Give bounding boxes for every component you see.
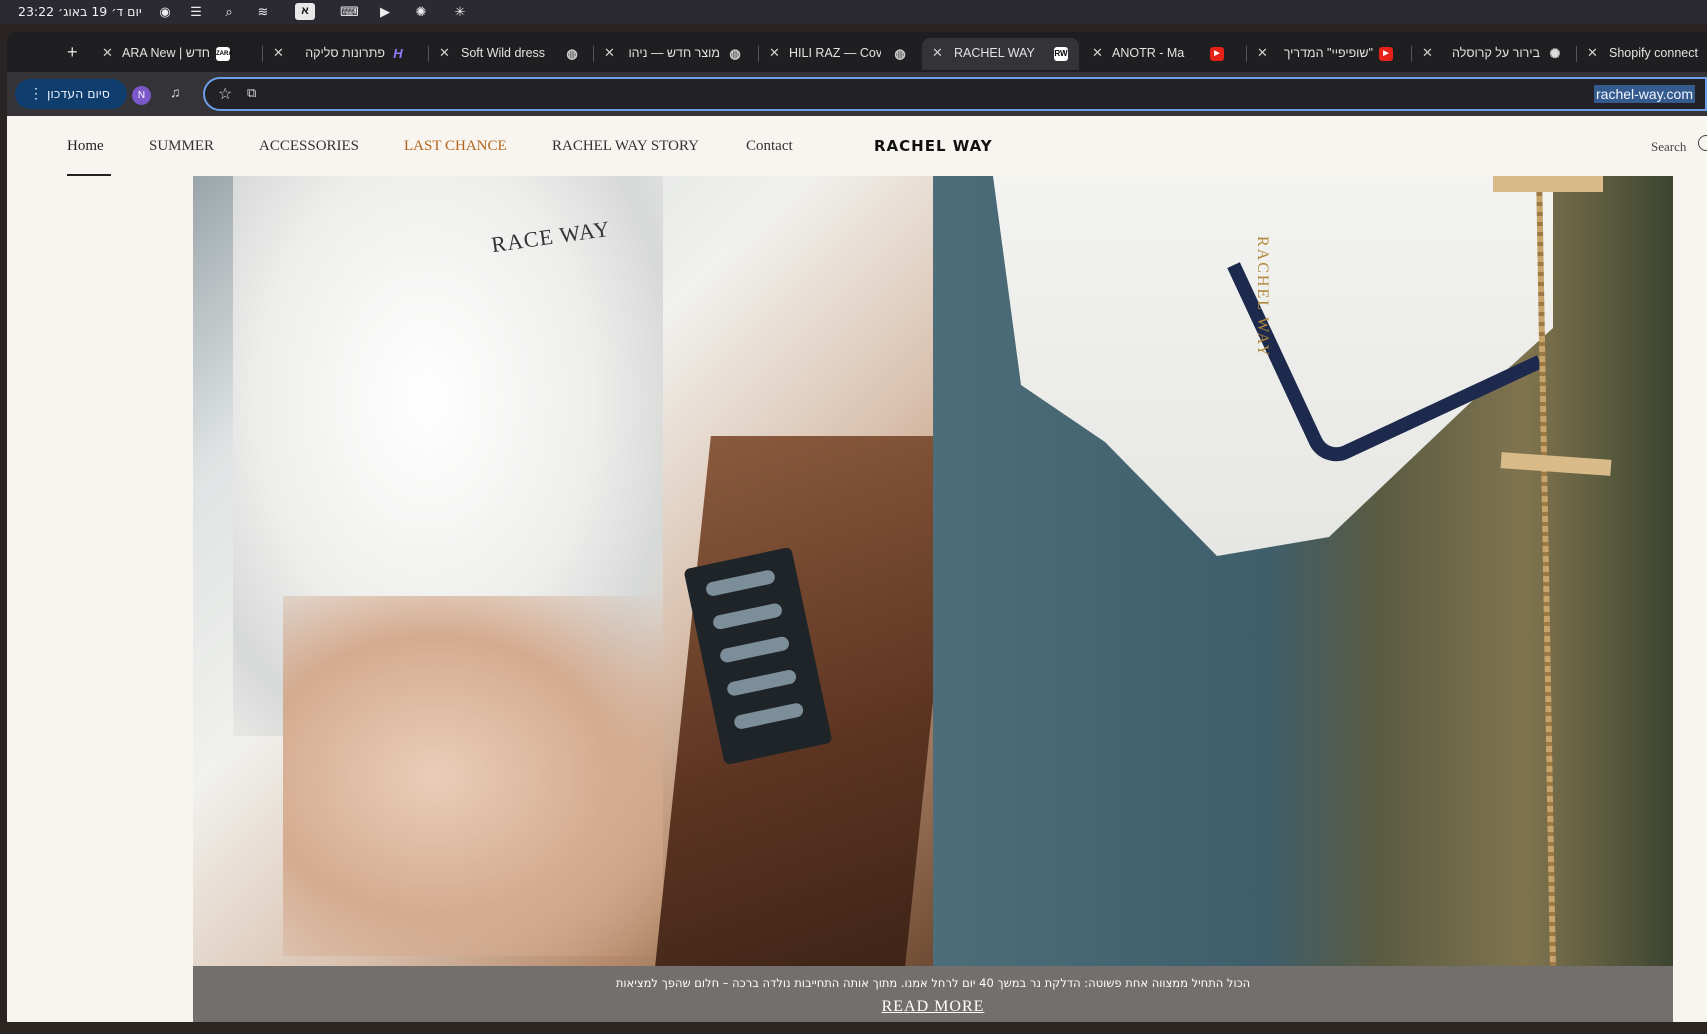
- hero-image-right: RACHEL WAY: [933, 176, 1673, 966]
- tab-title: ANOTR - Ma: [1112, 46, 1185, 60]
- zara-icon: ZARA: [216, 47, 233, 61]
- tab-separator: [1576, 46, 1577, 62]
- desktop-background: [0, 1022, 1707, 1034]
- play-icon[interactable]: ▶: [377, 4, 393, 20]
- tab-separator: [1246, 46, 1247, 62]
- site-logo[interactable]: RACHEL WAY: [874, 137, 993, 155]
- nav-summer[interactable]: SUMMER: [149, 138, 214, 155]
- tab-shopify-guide[interactable]: ✕ "שופיפיי" המדריך ▶: [1253, 38, 1403, 70]
- clothes-peg: [1493, 176, 1603, 192]
- keyboard-input-source[interactable]: א: [295, 3, 315, 20]
- tab-title: HILI RAZ — Cove: [789, 46, 881, 60]
- close-tab-icon[interactable]: ✕: [1587, 45, 1598, 61]
- youtube-icon: ▶: [1379, 47, 1393, 61]
- tab-title: מוצר חדש — ניהו: [628, 46, 720, 60]
- close-tab-icon[interactable]: ✕: [102, 45, 113, 61]
- tab-hili-raz[interactable]: ✕ HILI RAZ — Cove ◍: [765, 38, 915, 70]
- tab-title: RACHEL WAY: [954, 46, 1035, 60]
- tab-zara[interactable]: ✕ חדש | ZARA New ZARA: [102, 38, 252, 70]
- tab-title: בירור על קרוסלה: [1452, 46, 1540, 60]
- tab-strip: + ✕ חדש | ZARA New ZARA ✕ פתרונות סליקה …: [7, 32, 1707, 72]
- rw-icon: RW: [1054, 47, 1068, 61]
- tab-title: Soft Wild dress: [461, 46, 546, 60]
- keyboard-icon[interactable]: ⌨: [340, 4, 359, 20]
- control-center-icon[interactable]: ☰: [188, 4, 204, 20]
- nav-last-chance[interactable]: LAST CHANCE: [404, 138, 507, 155]
- shirt-embroidery: RACHEL WAY: [1254, 236, 1271, 359]
- hero-image-left: RACE WAY: [193, 176, 961, 966]
- globe-icon: ◍: [566, 46, 578, 61]
- macos-menu-bar: 23:22 יום ד׳ 19 באוג׳ ◉ ☰ ⌕ ≋ א ⌨ ▶ ✺ ✳: [0, 0, 1707, 24]
- url-text: rachel-way.com: [1594, 85, 1695, 103]
- search-icon[interactable]: [1698, 135, 1707, 151]
- tab-carousel-inquiry[interactable]: ✕ בירור על קרוסלה ✺: [1418, 38, 1568, 70]
- openai-icon: ✺: [1549, 46, 1561, 61]
- tab-shopify-connect[interactable]: ✕ Shopify connect: [1583, 38, 1707, 70]
- install-app-icon[interactable]: ⧉: [247, 85, 256, 101]
- nav-active-underline: [67, 174, 111, 176]
- tab-separator: [593, 46, 594, 62]
- close-tab-icon[interactable]: ✕: [439, 45, 450, 61]
- bookmark-star-icon[interactable]: ☆: [218, 84, 232, 104]
- search-link[interactable]: Search: [1651, 139, 1686, 155]
- close-tab-icon[interactable]: ✕: [769, 45, 780, 61]
- close-tab-icon[interactable]: ✕: [273, 45, 284, 61]
- tab-separator: [1411, 46, 1412, 62]
- nav-rachel-way-story[interactable]: RACHEL WAY STORY: [552, 138, 699, 155]
- chrome-icon[interactable]: ◉: [157, 4, 173, 20]
- tab-payment-solutions[interactable]: ✕ פתרונות סליקה H: [269, 38, 419, 70]
- nav-contact[interactable]: Contact: [746, 138, 793, 155]
- tab-soft-wild-dress[interactable]: ✕ Soft Wild dress ◍: [435, 38, 585, 70]
- close-tab-icon[interactable]: ✕: [932, 45, 943, 61]
- tab-title: "שופיפיי" המדריך: [1283, 46, 1373, 60]
- close-tab-icon[interactable]: ✕: [604, 45, 615, 61]
- tab-title: חדש | ZARA New: [122, 46, 210, 60]
- model-legs: [283, 596, 663, 956]
- openai-icon[interactable]: ✺: [413, 4, 429, 20]
- menubar-clock[interactable]: 23:22 יום ד׳ 19 באוג׳: [18, 4, 142, 19]
- search-icon[interactable]: ⌕: [221, 4, 237, 20]
- nav-accessories[interactable]: ACCESSORIES: [259, 138, 359, 155]
- tab-new-product[interactable]: ✕ מוצר חדש — ניהו ◍: [600, 38, 750, 70]
- h-icon: H: [393, 46, 403, 61]
- hero-caption: הכול התחיל ממצווה אחת פשוטה: הדלקת נר במ…: [615, 976, 1251, 990]
- page-viewport: Home SUMMER ACCESSORIES LAST CHANCE RACH…: [7, 116, 1707, 1030]
- youtube-icon: ▶: [1210, 47, 1224, 61]
- clothes-peg: [1500, 452, 1612, 476]
- more-vert-icon: ⋮: [29, 85, 43, 101]
- tab-separator: [758, 46, 759, 62]
- nav-home[interactable]: Home: [67, 138, 104, 155]
- site-header: Home SUMMER ACCESSORIES LAST CHANCE RACH…: [7, 116, 1707, 176]
- browser-toolbar: ⋮ סיום העדכון N ♫ ☆ ⧉ rachel-way.com: [7, 72, 1707, 116]
- tab-title: פתרונות סליקה: [305, 46, 385, 60]
- read-more-link[interactable]: READ MORE: [193, 998, 1673, 1016]
- browser-window: + ✕ חדש | ZARA New ZARA ✕ פתרונות סליקה …: [7, 32, 1707, 1030]
- address-bar[interactable]: ☆ ⧉ rachel-way.com: [203, 77, 1707, 111]
- close-tab-icon[interactable]: ✕: [1422, 45, 1433, 61]
- wifi-icon[interactable]: ≋: [255, 4, 271, 20]
- hero-banner: RACE WAY RACHEL WAY הכול התחיל ממצווה אח…: [193, 176, 1673, 1030]
- tab-separator: [428, 46, 429, 62]
- claude-icon[interactable]: ✳: [452, 4, 468, 20]
- tab-rachel-way[interactable]: ✕ RACHEL WAY RW: [922, 38, 1079, 70]
- tab-anotr[interactable]: ✕ ANOTR - Ma ▶: [1088, 38, 1238, 70]
- profile-avatar[interactable]: N: [132, 86, 151, 105]
- new-tab-button[interactable]: +: [67, 42, 78, 63]
- close-tab-icon[interactable]: ✕: [1092, 45, 1103, 61]
- tab-title: Shopify connect: [1609, 46, 1698, 60]
- media-controls-icon[interactable]: ♫: [170, 84, 181, 100]
- globe-icon: ◍: [894, 46, 906, 61]
- end-session-button[interactable]: ⋮ סיום העדכון: [15, 79, 127, 109]
- globe-icon: ◍: [729, 46, 741, 61]
- close-tab-icon[interactable]: ✕: [1257, 45, 1268, 61]
- tab-separator: [262, 46, 263, 62]
